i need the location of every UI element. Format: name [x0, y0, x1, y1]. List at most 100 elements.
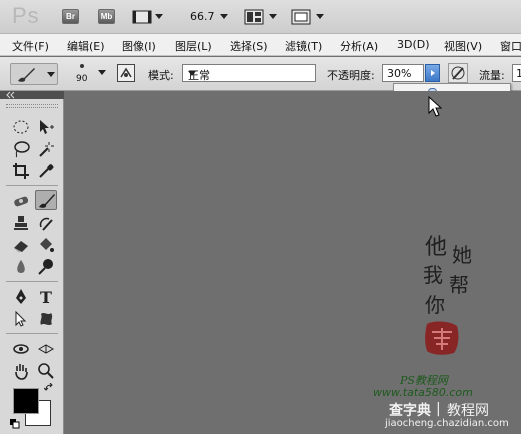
blur-tool[interactable]	[10, 257, 32, 277]
opacity-slider-toggle[interactable]	[425, 64, 440, 82]
zoom-icon	[38, 363, 54, 379]
canvas-area[interactable]: 他 她 我 帮 你 PS教程网 www.tata580.com 查字典 | 教程…	[65, 91, 521, 434]
paint-bucket-tool[interactable]	[35, 235, 57, 255]
type-tool[interactable]: T	[35, 287, 57, 307]
menu-analysis[interactable]: 分析(A)	[340, 38, 378, 54]
pen-pressure-icon	[451, 66, 465, 80]
brush-icon	[39, 194, 55, 208]
bridge-button[interactable]: Br	[62, 9, 79, 24]
brush-panel-toggle[interactable]	[117, 64, 135, 82]
menu-filter[interactable]: 滤镜(T)	[285, 38, 322, 54]
svg-text:T: T	[40, 288, 52, 306]
zoom-tool[interactable]	[35, 361, 57, 381]
stamp-icon	[14, 216, 28, 230]
crop-icon	[13, 163, 29, 179]
screen-mode-button[interactable]	[291, 8, 327, 26]
watermark-char: 我	[423, 263, 443, 287]
mini-bridge-button[interactable]: Mb	[98, 9, 115, 24]
photoshop-window: Ps Br Mb 66.7 文件(F) 编辑(E) 图像(I) 图层(L) 选择…	[0, 0, 521, 434]
dodge-icon	[38, 259, 53, 275]
footer-divider: |	[436, 401, 441, 417]
footer-subtitle: 教程网	[447, 403, 489, 419]
watermark-char: 他	[425, 235, 448, 260]
site-url: www.tata580.com	[373, 386, 473, 399]
panel-grip[interactable]	[6, 104, 58, 108]
tablet-pressure-opacity-button[interactable]	[448, 63, 468, 83]
magic-wand-tool[interactable]	[35, 139, 57, 159]
3d-rotate-tool[interactable]	[10, 339, 32, 359]
chevron-down-icon	[98, 70, 106, 75]
divider	[6, 281, 58, 282]
menu-select[interactable]: 选择(S)	[230, 38, 268, 54]
menu-image[interactable]: 图像(I)	[122, 38, 156, 54]
mode-label: 模式:	[148, 69, 174, 82]
brush-preset-picker[interactable]: 90	[70, 60, 110, 88]
brush-tip-icon	[80, 64, 84, 68]
menu-bar: 文件(F) 编辑(E) 图像(I) 图层(L) 选择(S) 滤镜(T) 分析(A…	[0, 34, 521, 56]
brush-tool[interactable]	[35, 190, 57, 210]
spot-healing-tool[interactable]	[10, 191, 32, 211]
history-brush-tool[interactable]	[35, 213, 57, 233]
3d-camera-tool[interactable]	[35, 339, 57, 359]
screen-mode-icon	[291, 9, 311, 25]
eyedropper-tool[interactable]	[35, 161, 57, 181]
arrange-icon	[244, 9, 264, 25]
watermark-char: 她	[452, 243, 472, 267]
tools-panel-header[interactable]	[0, 91, 64, 99]
view-extras-button[interactable]	[132, 8, 163, 26]
path-selection-icon	[15, 310, 27, 327]
magic-wand-icon	[39, 142, 54, 157]
pen-icon	[16, 289, 26, 304]
path-selection-tool[interactable]	[10, 309, 32, 329]
clone-stamp-tool[interactable]	[10, 213, 32, 233]
menu-layer[interactable]: 图层(L)	[175, 38, 212, 54]
marquee-tool[interactable]	[10, 117, 32, 137]
history-brush-icon	[39, 217, 53, 231]
arrange-documents-button[interactable]	[244, 8, 278, 26]
move-tool[interactable]	[35, 117, 57, 137]
menu-view[interactable]: 视图(V)	[444, 38, 482, 54]
eyedropper-icon	[39, 164, 54, 178]
eraser-tool[interactable]	[10, 235, 32, 255]
brush-panel-icon	[120, 67, 132, 78]
opacity-label: 不透明度:	[327, 69, 375, 82]
crop-tool[interactable]	[10, 161, 32, 181]
eraser-icon	[14, 241, 28, 252]
swap-colors-icon[interactable]	[44, 383, 54, 393]
menu-file[interactable]: 文件(F)	[12, 38, 49, 54]
foreground-color-swatch[interactable]	[13, 388, 39, 414]
watermark-char: 帮	[449, 273, 469, 297]
menu-3d[interactable]: 3D(D)	[397, 38, 430, 51]
red-seal-stamp	[425, 321, 459, 355]
chevron-down-icon	[47, 72, 55, 77]
menu-window[interactable]: 窗口	[500, 38, 521, 54]
lasso-tool[interactable]	[10, 139, 32, 159]
application-bar: Ps Br Mb 66.7	[0, 0, 521, 34]
tool-preset-picker[interactable]	[10, 63, 58, 85]
chevron-down-icon	[220, 14, 228, 19]
custom-shape-icon	[40, 313, 53, 325]
custom-shape-tool[interactable]	[35, 309, 57, 329]
chevron-down-icon	[269, 14, 277, 19]
move-icon	[40, 120, 54, 134]
blend-mode-select[interactable]: 正常	[182, 64, 316, 82]
default-colors-icon[interactable]	[10, 419, 20, 429]
menu-edit[interactable]: 编辑(E)	[67, 38, 105, 54]
paint-bucket-icon	[40, 238, 54, 252]
film-icon	[132, 10, 152, 24]
flow-input[interactable]: 1	[512, 64, 521, 82]
pen-tool[interactable]	[10, 287, 32, 307]
watermark-char: 你	[425, 293, 445, 317]
hand-tool[interactable]	[10, 361, 32, 381]
mouse-cursor-icon	[428, 96, 443, 117]
opacity-input[interactable]: 30%	[382, 64, 424, 82]
divider	[6, 185, 58, 186]
zoom-level-dropdown[interactable]: 66.7	[188, 8, 232, 26]
dodge-tool[interactable]	[35, 257, 57, 277]
flow-label: 流量:	[479, 69, 505, 82]
3d-camera-icon	[37, 344, 55, 354]
bandage-icon	[14, 196, 29, 207]
brush-size-value: 90	[76, 74, 88, 84]
type-icon: T	[40, 288, 52, 306]
divider	[6, 333, 58, 334]
